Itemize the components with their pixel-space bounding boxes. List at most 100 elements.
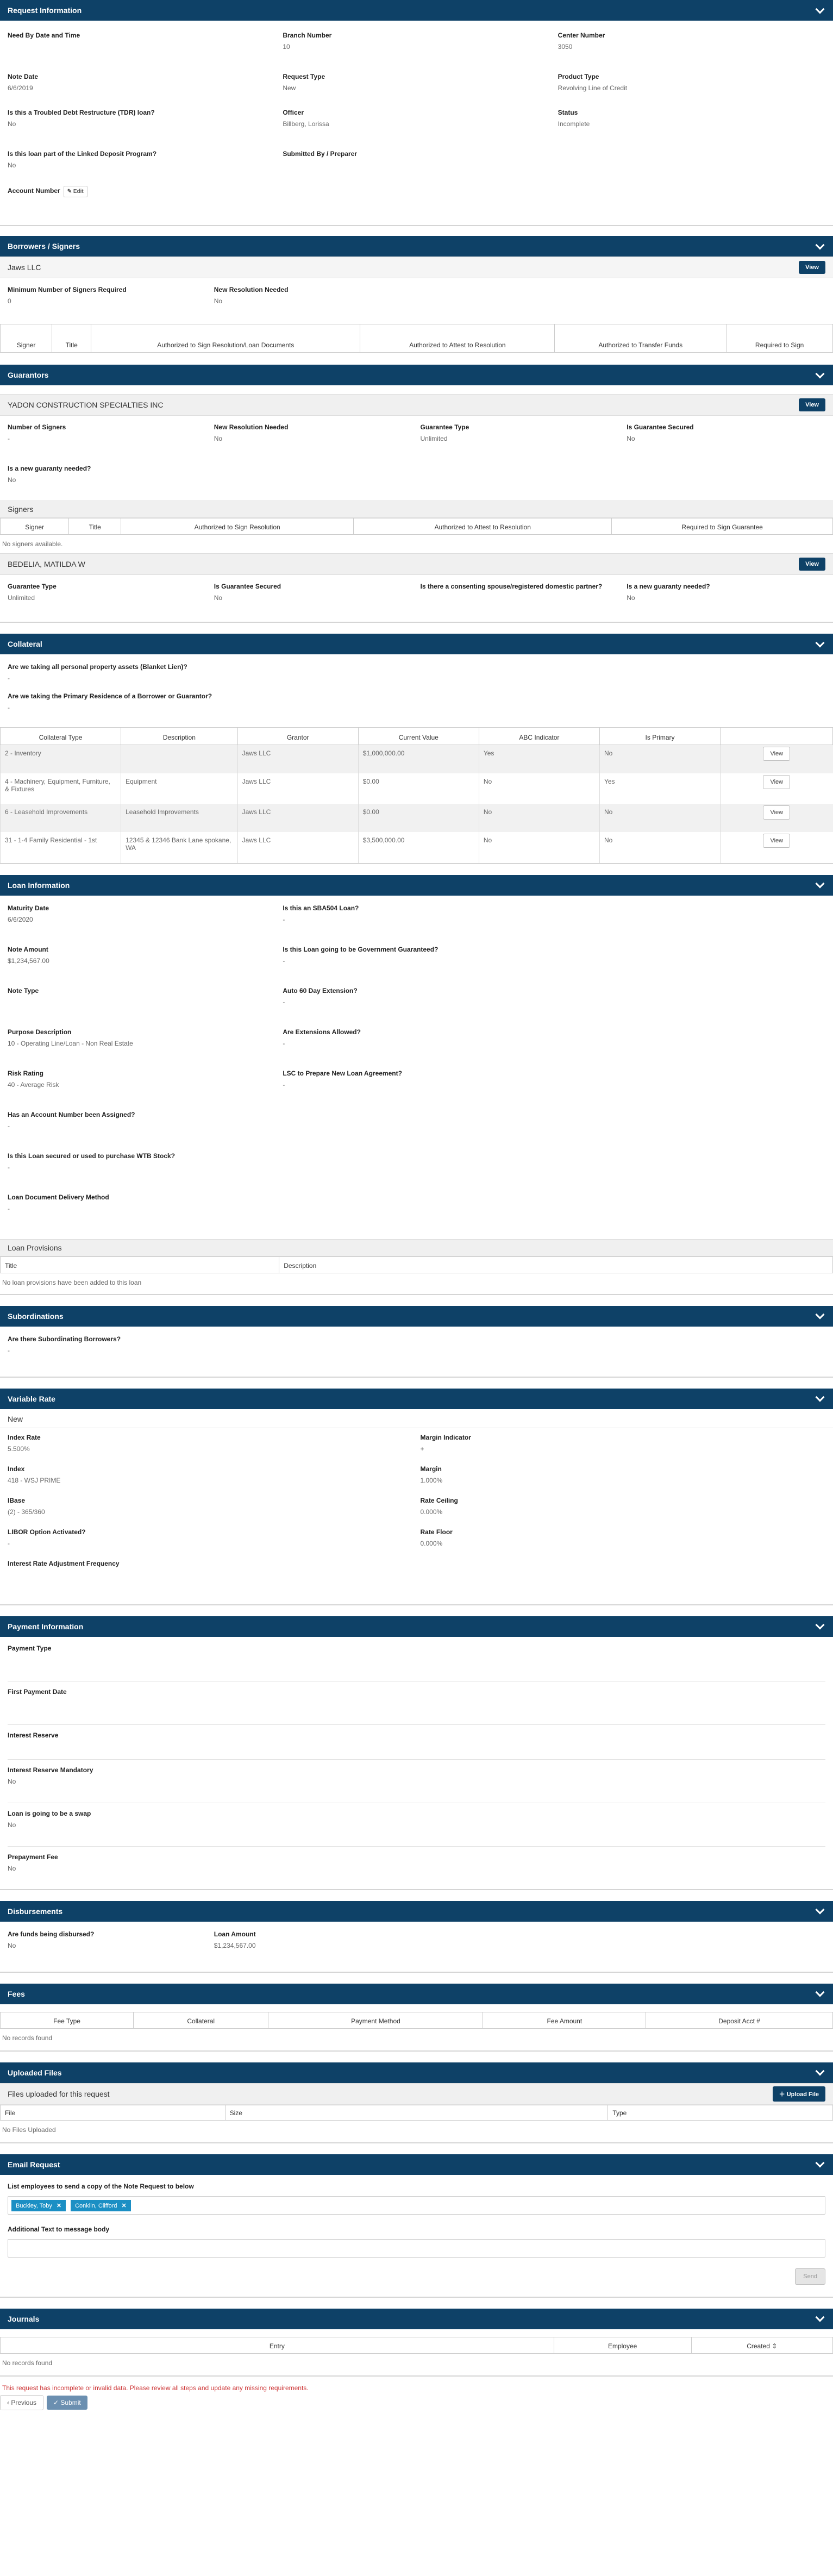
interest-reserve-label: Interest Reserve xyxy=(8,1731,59,1739)
subordinations-panel: Subordinations Are there Subordinating B… xyxy=(0,1305,833,1378)
chevron-down-icon[interactable] xyxy=(815,2066,825,2076)
chevron-down-icon[interactable] xyxy=(815,2158,825,2168)
variable-rate-panel: Variable Rate New Index Rate 5.500% Margi… xyxy=(0,1388,833,1605)
chevron-down-icon[interactable] xyxy=(815,1620,825,1630)
view-borrower-button[interactable]: View xyxy=(799,261,825,274)
chevron-down-icon[interactable] xyxy=(815,4,825,14)
subordinations-header[interactable]: Subordinations xyxy=(0,1305,833,1327)
column-header[interactable]: Is Primary xyxy=(599,727,721,745)
chevron-down-icon[interactable] xyxy=(815,1392,825,1402)
chevron-down-icon[interactable] xyxy=(815,1987,825,1997)
uploaded-files-header[interactable]: Uploaded Files xyxy=(0,2062,833,2083)
table-header-row: File Size Type xyxy=(0,2104,833,2121)
column-header[interactable]: ABC Indicator xyxy=(478,727,600,745)
remove-icon[interactable]: ✕ xyxy=(57,2203,61,2209)
rate-floor-label: Rate Floor xyxy=(420,1528,453,1536)
fees-header[interactable]: Fees xyxy=(0,1983,833,2004)
column-header[interactable]: Size xyxy=(224,2104,609,2121)
column-header[interactable]: Grantor xyxy=(237,727,359,745)
email-request-header[interactable]: Email Request xyxy=(0,2154,833,2175)
branch-label: Branch Number xyxy=(283,32,332,39)
column-header[interactable]: Description xyxy=(121,727,238,745)
column-header[interactable]: Description xyxy=(279,1256,833,1273)
auto-extension-value: - xyxy=(283,998,285,1006)
lsc-value: - xyxy=(283,1080,285,1089)
column-header[interactable]: Collateral xyxy=(133,2011,269,2029)
column-header[interactable]: Title xyxy=(0,1256,280,1273)
view-collateral-button[interactable]: View xyxy=(763,833,791,848)
request-information-header[interactable]: Request Information xyxy=(0,0,833,21)
column-header[interactable]: Signer xyxy=(0,518,70,535)
column-header[interactable]: Title xyxy=(52,324,92,353)
column-header[interactable]: Required to Sign xyxy=(726,324,833,353)
no-signers-text: No signers available. xyxy=(2,540,63,548)
chevron-down-icon[interactable] xyxy=(815,2312,825,2322)
collateral-header[interactable]: Collateral xyxy=(0,634,833,654)
column-header[interactable]: Authorized to Sign Resolution xyxy=(121,518,354,535)
column-header[interactable]: Authorized to Sign Resolution/Loan Docum… xyxy=(91,324,361,353)
view-guarantor-button[interactable]: View xyxy=(799,558,825,571)
no-provisions-text: No loan provisions have been added to th… xyxy=(0,1273,833,1295)
account-number-label: Account Number ✎ Edit xyxy=(8,186,275,197)
journals-header[interactable]: Journals xyxy=(0,2308,833,2329)
prepayment-fee-label: Prepayment Fee xyxy=(8,1853,58,1861)
sort-icon[interactable]: ⇕ xyxy=(772,2342,777,2350)
column-header[interactable]: Fee Amount xyxy=(483,2011,647,2029)
column-header[interactable]: Collateral Type xyxy=(0,727,122,745)
swap-value: No xyxy=(8,1821,16,1829)
column-header[interactable]: Deposit Acct # xyxy=(646,2011,833,2029)
view-guarantor-button[interactable]: View xyxy=(799,398,825,411)
send-button[interactable]: Send xyxy=(795,2268,825,2285)
table-header-row: Title Description xyxy=(0,1256,833,1273)
column-header[interactable]: Current Value xyxy=(358,727,479,745)
recipients-input[interactable]: Buckley, Toby ✕ Conklin, Clifford ✕ xyxy=(8,2196,825,2215)
view-collateral-button[interactable]: View xyxy=(763,747,791,761)
collateral-description: Leasehold Improvements xyxy=(121,803,238,832)
loan-information-header[interactable]: Loan Information xyxy=(0,874,833,896)
chevron-down-icon[interactable] xyxy=(815,879,825,889)
submit-button[interactable]: ✓ Submit xyxy=(47,2395,87,2410)
column-header[interactable]: Employee xyxy=(553,2336,692,2354)
collateral-panel: Collateral Are we taking all personal pr… xyxy=(0,634,833,864)
chevron-down-icon[interactable] xyxy=(815,369,825,378)
column-header[interactable]: Created ⇕ xyxy=(691,2336,833,2354)
previous-button[interactable]: ‹ Previous xyxy=(0,2394,44,2410)
panel-title: Borrowers / Signers xyxy=(8,242,80,251)
column-header[interactable]: Fee Type xyxy=(0,2011,134,2029)
upload-file-button[interactable]: ＋ Upload File xyxy=(772,2086,825,2102)
column-header[interactable]: Title xyxy=(68,518,122,535)
guarantee-type-value: Unlimited xyxy=(420,435,448,442)
view-collateral-button[interactable]: View xyxy=(763,805,791,820)
column-header[interactable]: Authorized to Attest to Resolution xyxy=(353,518,612,535)
chevron-down-icon[interactable] xyxy=(815,240,825,249)
collateral-description xyxy=(121,745,238,773)
panel-title: Fees xyxy=(8,1989,25,1998)
uploads-subtitle: Files uploaded for this request xyxy=(8,2089,110,2098)
view-collateral-button[interactable]: View xyxy=(763,774,791,789)
column-header[interactable]: Authorized to Attest to Resolution xyxy=(360,324,555,353)
borrowers-header[interactable]: Borrowers / Signers xyxy=(0,236,833,257)
column-header[interactable]: Authorized to Transfer Funds xyxy=(554,324,727,353)
wtb-stock-value: - xyxy=(8,1163,10,1171)
note-date-label: Note Date xyxy=(8,73,39,80)
column-header[interactable]: Payment Method xyxy=(268,2011,484,2029)
no-fees-text: No records found xyxy=(0,2029,833,2052)
chevron-down-icon[interactable] xyxy=(815,1905,825,1915)
disbursements-header[interactable]: Disbursements xyxy=(0,1900,833,1922)
column-header[interactable]: Entry xyxy=(0,2336,554,2354)
additional-text-input[interactable] xyxy=(8,2239,825,2258)
variable-rate-header[interactable]: Variable Rate xyxy=(0,1388,833,1409)
guarantors-panel: Guarantors YADON CONSTRUCTION SPECIALTIE… xyxy=(0,365,833,623)
edit-account-button[interactable]: ✎ Edit xyxy=(63,186,87,197)
column-header[interactable]: Type xyxy=(607,2104,833,2121)
column-header[interactable]: File xyxy=(0,2104,226,2121)
collateral-grantor: Jaws LLC xyxy=(237,745,359,773)
column-header[interactable]: Required to Sign Guarantee xyxy=(611,518,833,535)
payment-information-header[interactable]: Payment Information xyxy=(0,1616,833,1637)
chevron-down-icon[interactable] xyxy=(815,1310,825,1320)
column-header[interactable]: Signer xyxy=(0,324,53,353)
guarantors-header[interactable]: Guarantors xyxy=(0,365,833,385)
chevron-down-icon[interactable] xyxy=(815,638,825,647)
remove-icon[interactable]: ✕ xyxy=(122,2203,127,2209)
need-by-label: Need By Date and Time xyxy=(8,32,80,39)
